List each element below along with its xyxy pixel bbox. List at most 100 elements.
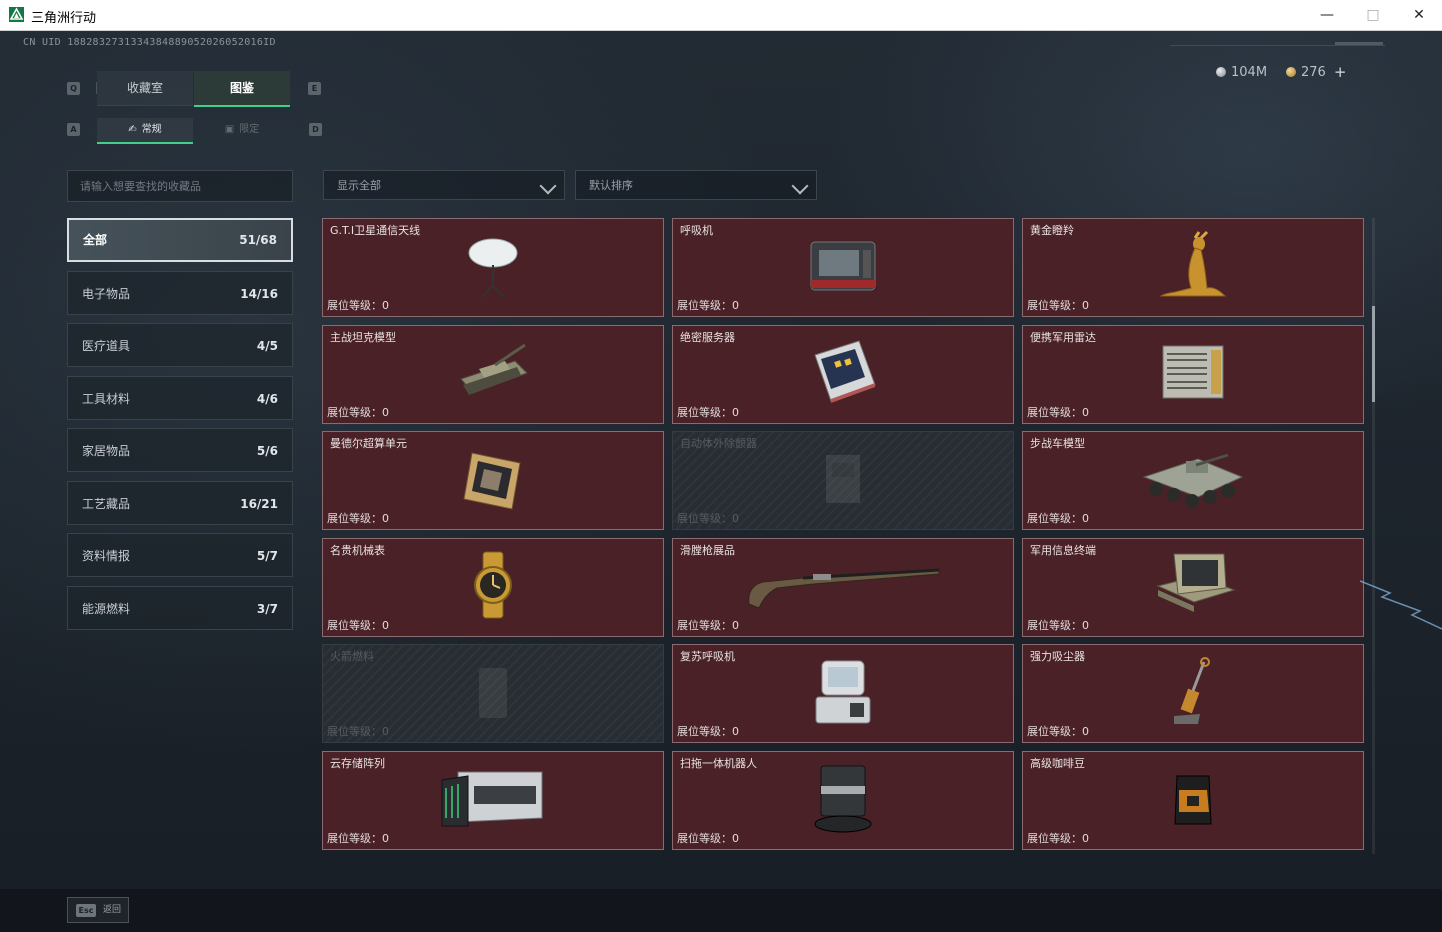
- defibrillator-icon: [818, 449, 868, 513]
- watch-icon: [463, 550, 523, 624]
- card-level: 展位等级：0: [677, 299, 739, 312]
- collection-card[interactable]: 军用信息终端 展位等级：0: [1022, 537, 1364, 637]
- category-name: 家居物品: [82, 444, 131, 458]
- category-item[interactable]: 资料情报 5/7: [67, 533, 293, 577]
- card-title: 强力吸尘器: [1030, 650, 1085, 663]
- collection-card[interactable]: 火箭燃料展位等级：0: [322, 644, 664, 743]
- category-item[interactable]: 工艺藏品 16/21: [67, 480, 293, 525]
- collection-card[interactable]: 扫拖一体机器人 展位等级：0: [672, 750, 1014, 850]
- card-title: 火箭燃料: [330, 650, 374, 663]
- ifv-model-icon: [1138, 447, 1248, 515]
- category-count: 4/6: [256, 391, 278, 406]
- category-name: 工具材料: [82, 391, 131, 406]
- card-level: 展位等级：0: [327, 512, 389, 525]
- subtab-limited-label: 限定: [239, 124, 260, 135]
- card-title: 名贵机械表: [330, 543, 385, 557]
- collection-card[interactable]: 名贵机械表展位等级：0: [322, 537, 664, 637]
- collection-card[interactable]: 复苏呼吸机 展位等级：0: [672, 644, 1014, 743]
- collection-card[interactable]: 主战坦克模型 展位等级：0: [322, 324, 664, 424]
- card-level: 展位等级：0: [1027, 512, 1089, 525]
- collection-card[interactable]: G.T.I卫星通信天线 展位等级：0: [322, 218, 664, 317]
- tab-collection[interactable]: 收藏室: [97, 71, 193, 106]
- maximize-button[interactable]: □: [1350, 0, 1396, 30]
- category-item[interactable]: 工具材料 4/6: [67, 375, 293, 420]
- server-icon: [805, 337, 881, 411]
- grid-scrollbar[interactable]: [1372, 218, 1375, 854]
- close-button[interactable]: ✕: [1396, 0, 1442, 30]
- collection-card[interactable]: 呼吸机 展位等级：0: [672, 218, 1014, 317]
- collection-card[interactable]: 高级咖啡豆 展位等级：0: [1022, 750, 1364, 850]
- card-title: 曼德尔超算单元: [330, 437, 407, 450]
- category-item[interactable]: 电子物品 14/16: [67, 270, 293, 315]
- filter-dropdown-value: 显示全部: [337, 179, 381, 192]
- category-item[interactable]: 能源燃料 3/7: [67, 585, 293, 630]
- card-level: 展位等级：0: [327, 405, 389, 419]
- card-level: 展位等级：0: [327, 831, 389, 845]
- filter-dropdown[interactable]: 显示全部: [323, 170, 565, 200]
- card-level: 展位等级：0: [1027, 299, 1089, 312]
- minimize-button[interactable]: —: [1304, 0, 1350, 30]
- category-count: 3/7: [256, 601, 278, 616]
- collection-card[interactable]: 滑膛枪展品 展位等级：0: [672, 537, 1014, 637]
- tab-atlas[interactable]: 图鉴: [194, 71, 290, 107]
- radar-icon: [1157, 340, 1229, 408]
- collection-card[interactable]: 步战车模型 展位等级：0: [1022, 431, 1364, 530]
- card-title: G.T.I卫星通信天线: [330, 224, 421, 237]
- tank-model-icon: [455, 339, 531, 409]
- grid-scroll-thumb[interactable]: [1372, 306, 1375, 402]
- collection-card[interactable]: 黄金瞪羚展位等级：0: [1022, 218, 1364, 317]
- category-item[interactable]: 全部 51/68: [67, 218, 293, 262]
- card-level: 展位等级：0: [677, 405, 739, 419]
- category-item[interactable]: 医疗道具 4/5: [67, 323, 293, 367]
- silver-coin-icon: [1216, 67, 1226, 77]
- card-level: 展位等级：0: [1027, 831, 1089, 845]
- subtab-regular[interactable]: ✍ 常规: [97, 118, 193, 144]
- card-title: 黄金瞪羚: [1030, 224, 1074, 237]
- sort-dropdown-value: 默认排序: [589, 179, 633, 192]
- window-title: 三角洲行动: [31, 11, 97, 26]
- compute-unit-icon: [456, 443, 530, 519]
- subtab-limited[interactable]: ▣ 限定: [194, 118, 290, 142]
- card-level: 展位等级：0: [1027, 725, 1089, 738]
- card-title: 绝密服务器: [680, 330, 735, 344]
- category-item[interactable]: 家居物品 5/6: [67, 428, 293, 472]
- back-button[interactable]: Esc 返回: [67, 897, 129, 923]
- chevron-down-icon: [539, 177, 557, 195]
- card-level: 展位等级：0: [1027, 405, 1089, 419]
- add-currency-button[interactable]: +: [1334, 63, 1347, 81]
- coffee-bag-icon: [1171, 768, 1215, 832]
- limited-icon: ▣: [224, 124, 235, 135]
- collection-card[interactable]: 云存储阵列 展位等级：0: [322, 750, 664, 850]
- terminal-icon: [1148, 550, 1238, 624]
- category-name: 电子物品: [82, 286, 131, 301]
- sort-dropdown[interactable]: 默认排序: [575, 170, 817, 200]
- storage-array-icon: [438, 766, 548, 834]
- window-titlebar: 三角洲行动 — □ ✕: [0, 0, 1442, 31]
- search-box[interactable]: [67, 170, 293, 202]
- card-level: 展位等级：0: [677, 618, 739, 632]
- lightning-decoration: [1360, 580, 1442, 630]
- category-count: 5/7: [256, 549, 278, 563]
- category-count: 16/21: [240, 496, 278, 511]
- collection-card[interactable]: 曼德尔超算单元 展位等级：0: [322, 431, 664, 530]
- esc-key-hint: Esc: [76, 904, 96, 917]
- key-hint-e: E: [308, 82, 321, 95]
- card-level: 展位等级：0: [327, 618, 389, 632]
- card-level: 展位等级：0: [327, 299, 389, 312]
- card-level: 展位等级：0: [1027, 618, 1089, 632]
- search-input[interactable]: [68, 171, 292, 201]
- musket-icon: [743, 560, 943, 614]
- category-name: 全部: [83, 233, 108, 247]
- subtab-regular-label: 常规: [141, 124, 162, 135]
- collection-card[interactable]: 强力吸尘器展位等级：0: [1022, 644, 1364, 743]
- category-name: 医疗道具: [82, 339, 131, 353]
- card-level: 展位等级：0: [327, 725, 389, 738]
- category-count: 5/6: [256, 444, 278, 458]
- card-level: 展位等级：0: [677, 512, 739, 525]
- header-divider-accent: [1335, 42, 1383, 45]
- collection-card[interactable]: 自动体外除颤器 展位等级：0: [672, 431, 1014, 530]
- golden-gazelle-icon: [1155, 230, 1231, 306]
- collection-card[interactable]: 便携军用雷达 展位等级：0: [1022, 324, 1364, 424]
- footer-bar: [0, 889, 1442, 932]
- collection-card[interactable]: 绝密服务器展位等级：0: [672, 324, 1014, 424]
